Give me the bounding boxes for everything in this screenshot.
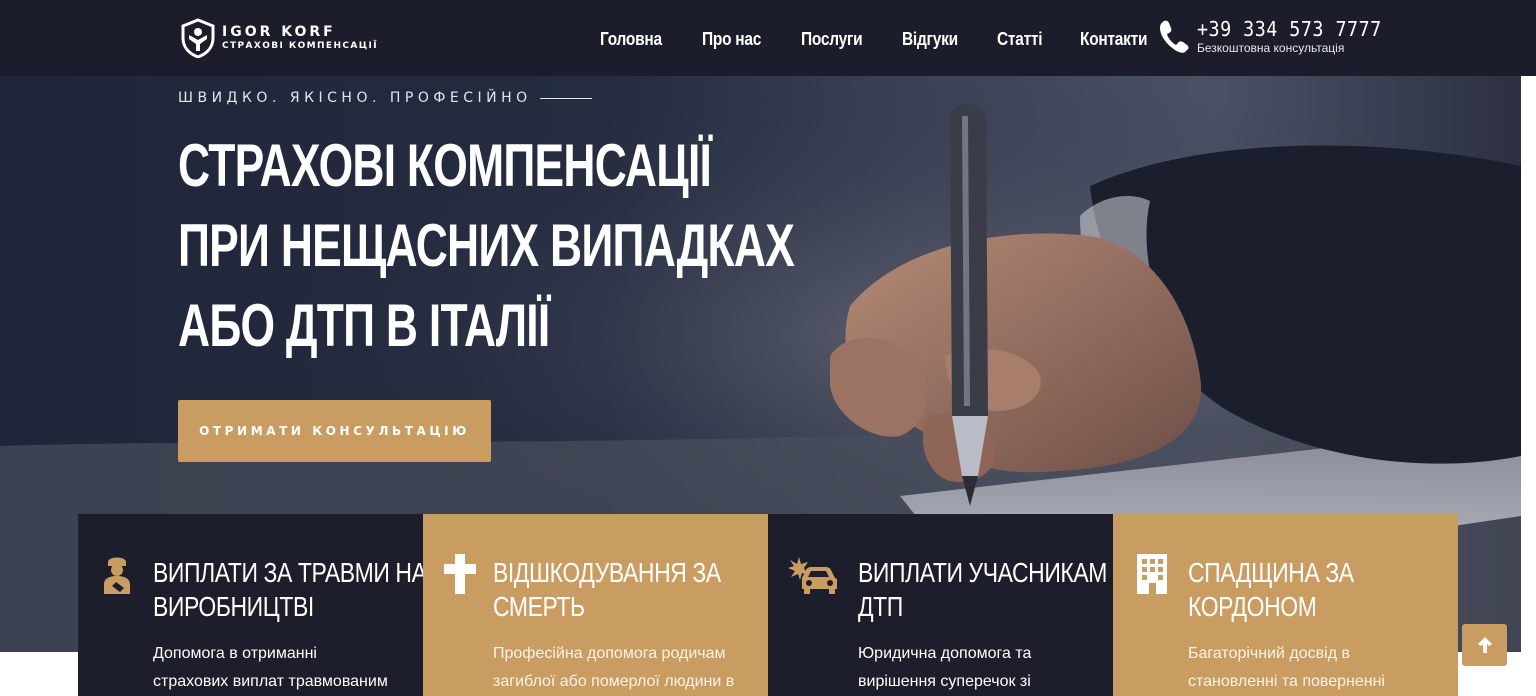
nav-item-home[interactable]: Головна (600, 27, 662, 51)
injured-worker-icon (104, 557, 130, 594)
site-header: IGOR KORF СТРАХОВІ КОМПЕНСАЦІЇ Головна П… (0, 0, 1536, 76)
logo[interactable]: IGOR KORF СТРАХОВІ КОМПЕНСАЦІЇ (178, 17, 378, 59)
scroll-to-top-button[interactable] (1462, 624, 1507, 666)
card-title-line: ВИПЛАТИ ЗА ТРАВМИ НА (153, 557, 427, 588)
service-card-inheritance-abroad[interactable]: СПАДЩИНА ЗА КОРДОНОМ Багаторічний досвід… (1113, 514, 1458, 696)
hero-tagline: ШВИДКО. ЯКІСНО. ПРОФЕСІЙНО (178, 90, 532, 106)
card-text: Багаторічний досвід в становленні та пов… (1188, 640, 1448, 696)
card-text: Допомога в отриманні страхових виплат тр… (153, 640, 413, 696)
tagline-divider (539, 97, 592, 99)
logo-subtitle: СТРАХОВІ КОМПЕНСАЦІЇ (222, 41, 379, 51)
car-crash-icon (788, 557, 837, 594)
hero-tagline-row: ШВИДКО. ЯКІСНО. ПРОФЕСІЙНО (178, 90, 592, 106)
card-text-line: загиблої або померлої людини в (493, 673, 735, 690)
hero-title-line: АБО ДТП В ІТАЛІЇ (178, 292, 550, 359)
card-text-line: Багаторічний досвід в (1188, 645, 1350, 662)
nav-item-reviews[interactable]: Відгуки (902, 27, 958, 51)
phone-contact[interactable]: +39 334 573 7777 Безкоштовна консультаці… (1157, 17, 1398, 55)
shield-person-logo-icon (181, 18, 215, 58)
card-title-line: ВІДШКОДУВАННЯ ЗА (493, 557, 721, 588)
card-title: ВІДШКОДУВАННЯ ЗА СМЕРТЬ (493, 556, 743, 624)
card-title: ВИПЛАТИ УЧАСНИКАМ ДТП (858, 556, 1108, 624)
building-icon (1137, 554, 1167, 594)
service-card-road-accident[interactable]: ВИПЛАТИ УЧАСНИКАМ ДТП Юридична допомога … (768, 514, 1113, 696)
main-nav: Головна Про нас Послуги Відгуки Статті К… (600, 27, 1188, 51)
card-text-line: Професійна допомога родичам (493, 645, 726, 662)
hero-title: СТРАХОВІ КОМПЕНСАЦІЇ ПРИ НЕЩАСНИХ ВИПАДК… (178, 126, 898, 366)
hero-title-line: ПРИ НЕЩАСНИХ ВИПАДКАХ (178, 212, 795, 279)
get-consultation-button[interactable]: ОТРИМАТИ КОНСУЛЬТАЦІЮ (178, 400, 491, 462)
nav-item-contacts[interactable]: Контакти (1080, 27, 1147, 51)
services-cards: ВИПЛАТИ ЗА ТРАВМИ НА ВИРОБНИЦТВІ Допомог… (78, 514, 1458, 696)
card-title-line: КОРДОНОМ (1188, 591, 1317, 622)
card-title-line: СПАДЩИНА ЗА (1188, 557, 1354, 588)
phone-note: Безкоштовна консультація (1197, 41, 1345, 55)
nav-item-services[interactable]: Послуги (801, 27, 863, 51)
logo-name: IGOR KORF (222, 24, 336, 40)
nav-item-about[interactable]: Про нас (702, 27, 761, 51)
card-title: ВИПЛАТИ ЗА ТРАВМИ НА ВИРОБНИЦТВІ (153, 556, 427, 624)
service-card-work-injury[interactable]: ВИПЛАТИ ЗА ТРАВМИ НА ВИРОБНИЦТВІ Допомог… (78, 514, 427, 696)
card-text: Юридична допомога та вирішення суперечок… (858, 640, 1118, 696)
card-text-line: вирішення суперечок зі (858, 673, 1031, 690)
card-text-line: Юридична допомога та (858, 645, 1032, 662)
cross-icon (444, 554, 476, 594)
card-text-line: страхових виплат травмованим (153, 673, 388, 690)
hero-title-line: СТРАХОВІ КОМПЕНСАЦІЇ (178, 132, 712, 199)
card-title-line: ДТП (858, 591, 903, 622)
card-title: СПАДЩИНА ЗА КОРДОНОМ (1188, 556, 1438, 624)
arrow-up-icon (1477, 637, 1492, 653)
card-title-line: СМЕРТЬ (493, 591, 585, 622)
phone-number[interactable]: +39 334 573 7777 (1197, 17, 1382, 41)
phone-icon (1160, 20, 1189, 53)
card-text: Професійна допомога родичам загиблої або… (493, 640, 753, 696)
service-card-death-compensation[interactable]: ВІДШКОДУВАННЯ ЗА СМЕРТЬ Професійна допом… (423, 514, 768, 696)
card-text-line: Допомога в отриманні (153, 645, 317, 662)
card-title-line: ВИПЛАТИ УЧАСНИКАМ (858, 557, 1108, 588)
nav-item-articles[interactable]: Статті (997, 27, 1043, 51)
card-title-line: ВИРОБНИЦТВІ (153, 591, 314, 622)
card-text-line: становленні та поверненні (1188, 673, 1385, 690)
